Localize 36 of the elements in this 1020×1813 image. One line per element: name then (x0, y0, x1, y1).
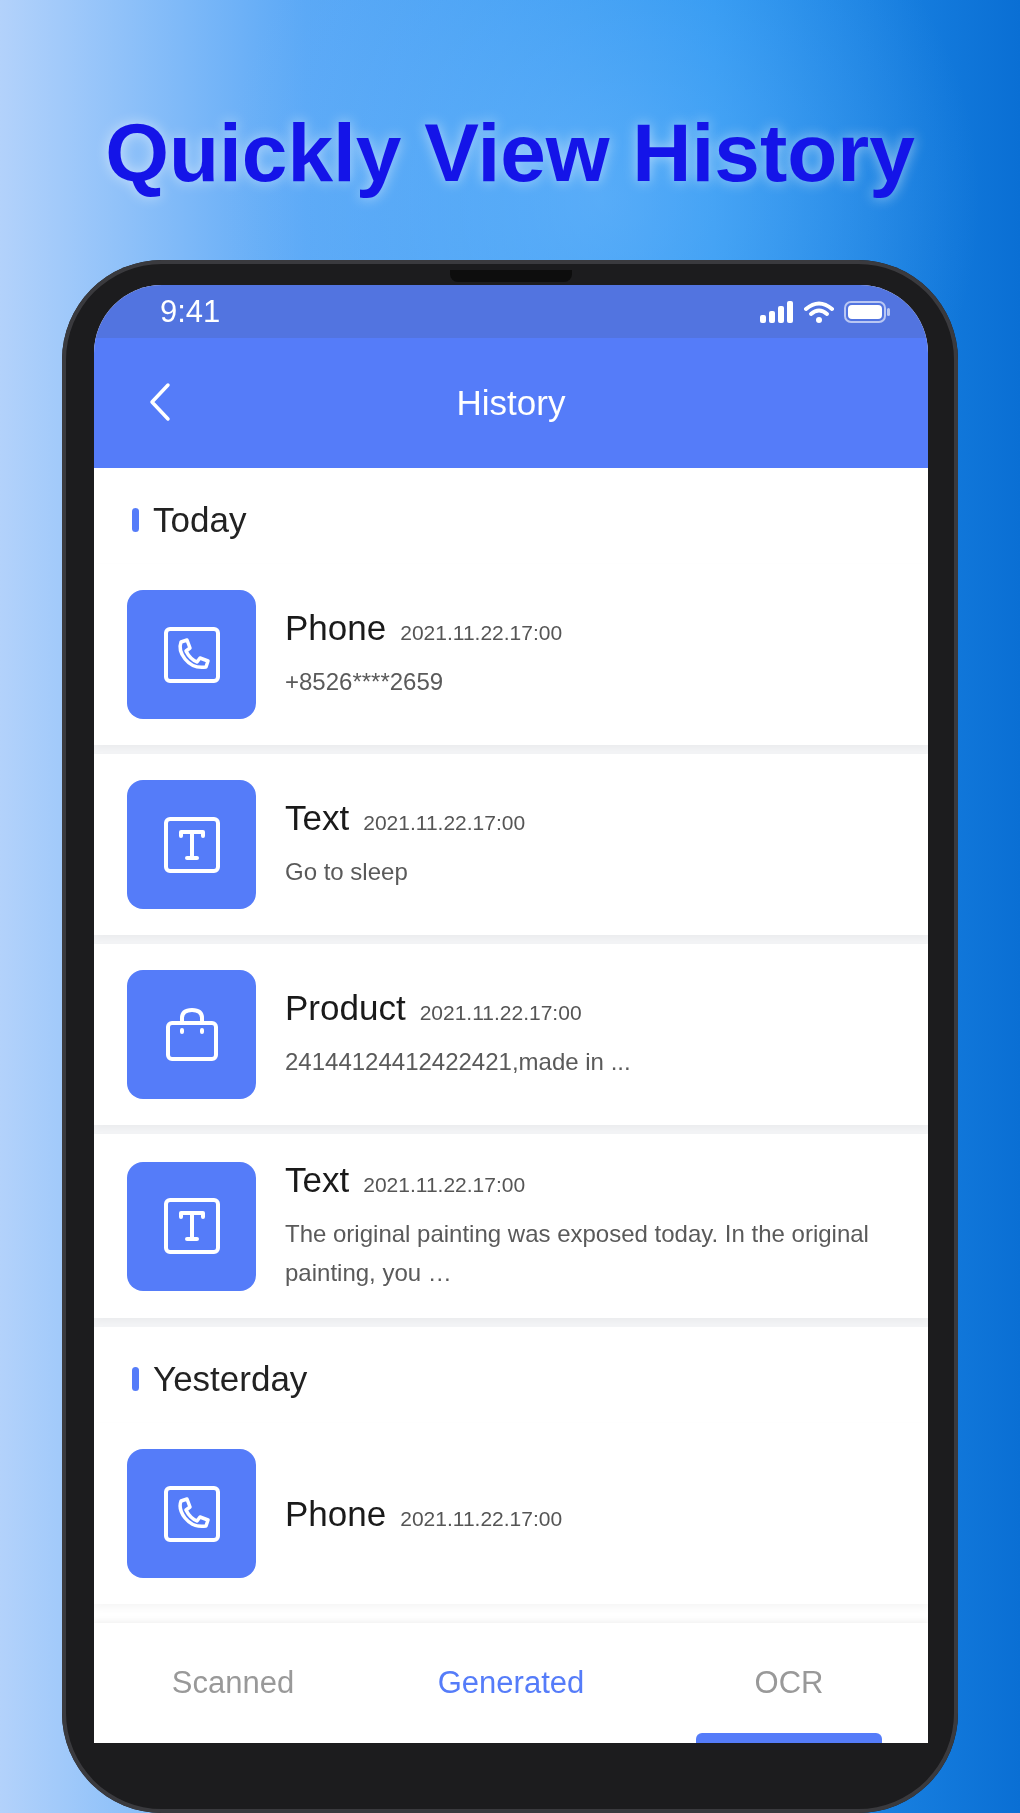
item-type-icon (127, 780, 256, 910)
section-marker (132, 508, 139, 533)
item-content: 24144124412422421,made in ... (285, 1047, 631, 1078)
back-icon[interactable] (148, 382, 172, 423)
history-item[interactable]: Text 2021.11.22.17:00 The original painting was exposed today. In the original painting, you … (94, 1134, 928, 1319)
history-item[interactable]: Text 2021.11.22.17:00 Go to sleep (94, 754, 928, 936)
item-timestamp: 2021.11.22.17:00 (419, 1001, 582, 1026)
item-title: Text (285, 1160, 350, 1201)
item-title: Phone (285, 608, 387, 649)
history-item[interactable]: Product 2021.11.22.17:00 24144124412422421,made in ... (94, 944, 928, 1126)
item-type-icon (127, 1449, 256, 1579)
signal-icon (760, 300, 794, 323)
item-timestamp: 2021.11.22.17:00 (400, 1506, 563, 1531)
hero-title: Quickly View History (104, 108, 916, 199)
item-title: Product (285, 988, 406, 1029)
item-content: Go to sleep (285, 857, 409, 888)
section-heading: Today (153, 500, 247, 541)
history-item[interactable]: Phone 2021.11.22.17:00 (94, 1423, 928, 1605)
tab[interactable]: Generated (437, 1665, 585, 1702)
item-type-icon (127, 590, 256, 720)
screen-title: History (456, 383, 566, 424)
item-content: +8526****2659 (285, 667, 445, 698)
history-item[interactable]: Phone 2021.11.22.17:00 +8526****2659 (94, 564, 928, 746)
item-timestamp: 2021.11.22.17:00 (363, 811, 526, 836)
item-timestamp: 2021.11.22.17:00 (400, 621, 563, 646)
item-timestamp: 2021.11.22.17:00 (363, 1173, 526, 1198)
item-title: Text (285, 798, 350, 839)
item-type-icon (127, 1161, 256, 1291)
item-title: Phone (285, 1493, 387, 1534)
wifi-icon (804, 300, 834, 323)
battery-icon (844, 300, 890, 323)
status-time: 9:41 (160, 293, 221, 330)
section-heading: Yesterday (153, 1359, 308, 1400)
item-content: The original painting was exposed today. In the original painting, you … (285, 1219, 870, 1289)
item-type-icon (127, 970, 256, 1100)
section-marker (132, 1367, 139, 1392)
